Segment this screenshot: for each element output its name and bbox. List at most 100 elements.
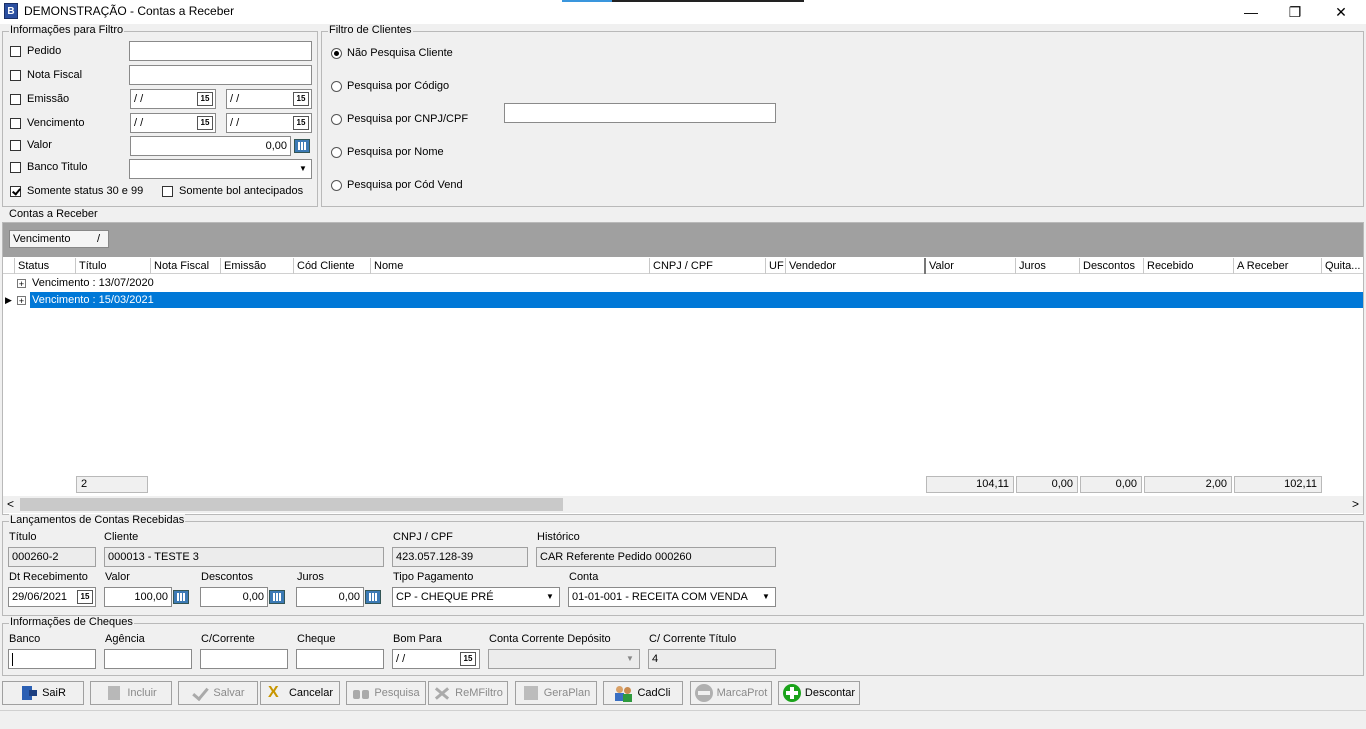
chevron-down-icon[interactable]: ▼ <box>758 588 774 606</box>
geraplan-button[interactable]: GeraPlan <box>515 681 597 705</box>
group-row[interactable]: + Vencimento : 13/07/2020 <box>3 275 1363 291</box>
col-cnpj[interactable]: CNPJ / CPF <box>649 258 765 274</box>
marcaprot-label: MarcaProt <box>716 687 768 699</box>
titulo-field: 000260-2 <box>8 547 96 567</box>
add-document-icon <box>105 684 123 702</box>
tipo-pagamento-select[interactable]: CP - CHEQUE PRÉ <box>392 587 560 607</box>
expand-icon[interactable]: + <box>17 296 26 306</box>
descontos-input[interactable]: 0,00 <box>200 587 268 607</box>
juros-input[interactable]: 0,00 <box>296 587 364 607</box>
vencimento-from-calendar-icon[interactable]: 15 <box>197 116 213 130</box>
group-row-selected[interactable]: ▶ + Vencimento : 15/03/2021 <box>3 292 1363 308</box>
close-button[interactable]: ✕ <box>1318 2 1364 22</box>
radio-pesquisa-codigo[interactable] <box>331 81 342 92</box>
conta-deposito-select[interactable] <box>488 649 640 669</box>
tools-icon <box>433 684 451 702</box>
col-uf[interactable]: UF <box>765 258 785 274</box>
cancelar-button[interactable]: X Cancelar <box>260 681 340 705</box>
status-bar <box>0 710 1366 729</box>
emissao-to-value: / / <box>230 93 240 105</box>
col-descontos[interactable]: Descontos <box>1079 258 1143 274</box>
banco-input[interactable] <box>8 649 96 669</box>
cadcli-button[interactable]: CadCli <box>603 681 683 705</box>
emissao-checkbox[interactable] <box>10 94 21 105</box>
calculator-icon[interactable] <box>365 590 381 604</box>
radio-nao-pesquisa[interactable] <box>331 48 342 59</box>
banco-titulo-checkbox[interactable] <box>10 162 21 173</box>
calendar-icon[interactable]: 15 <box>460 652 476 666</box>
col-titulo[interactable]: Título <box>75 258 150 274</box>
descontar-button[interactable]: Descontar <box>778 681 860 705</box>
nota-fiscal-checkbox[interactable] <box>10 70 21 81</box>
horizontal-scrollbar[interactable]: < > <box>3 496 1363 513</box>
radio-pesquisa-vend[interactable] <box>331 180 342 191</box>
scroll-thumb[interactable] <box>20 498 563 511</box>
emissao-from-calendar-icon[interactable]: 15 <box>197 92 213 106</box>
col-a-receber[interactable]: A Receber <box>1233 258 1321 274</box>
spreadsheet-icon <box>522 684 540 702</box>
radio-pesquisa-nome[interactable] <box>331 147 342 158</box>
cadcli-label: CadCli <box>637 687 671 699</box>
ccorrente-input[interactable] <box>200 649 288 669</box>
calculator-icon[interactable] <box>294 139 310 153</box>
agencia-input[interactable] <box>104 649 192 669</box>
somente-status-checkbox[interactable] <box>10 186 21 197</box>
calendar-icon[interactable]: 15 <box>77 590 93 604</box>
scroll-left-icon[interactable]: < <box>7 497 14 511</box>
expand-icon[interactable]: + <box>17 279 26 289</box>
col-nome[interactable]: Nome <box>370 258 649 274</box>
cnpj-search-input[interactable] <box>504 103 776 123</box>
marcaprot-button[interactable]: MarcaProt <box>690 681 772 705</box>
restore-button[interactable]: ❐ <box>1272 2 1318 22</box>
salvar-button[interactable]: Salvar <box>178 681 258 705</box>
calculator-icon[interactable] <box>269 590 285 604</box>
title-bar: B DEMONSTRAÇÃO - Contas a Receber — ❐ ✕ <box>0 0 1366 24</box>
group-by-panel[interactable] <box>3 223 1363 257</box>
col-status[interactable]: Status <box>14 258 75 274</box>
col-quita[interactable]: Quita... <box>1321 258 1363 274</box>
col-juros[interactable]: Juros <box>1015 258 1079 274</box>
scroll-right-icon[interactable]: > <box>1352 497 1359 511</box>
vencimento-label: Vencimento <box>27 117 85 129</box>
col-emissao[interactable]: Emissão <box>220 258 293 274</box>
conta-deposito-label: Conta Corrente Depósito <box>489 633 611 645</box>
pedido-label: Pedido <box>27 45 62 57</box>
historico-field: CAR Referente Pedido 000260 <box>536 547 776 567</box>
chevron-down-icon[interactable]: ▼ <box>622 650 638 668</box>
minimize-button[interactable]: — <box>1228 2 1274 22</box>
incluir-button[interactable]: Incluir <box>90 681 172 705</box>
vencimento-to-calendar-icon[interactable]: 15 <box>293 116 309 130</box>
col-cod-cliente[interactable]: Cód Cliente <box>293 258 370 274</box>
incluir-label: Incluir <box>127 687 157 699</box>
cc-titulo-field: 4 <box>648 649 776 669</box>
conta-select[interactable]: 01-01-001 - RECEITA COM VENDA <box>568 587 776 607</box>
emissao-to-calendar-icon[interactable]: 15 <box>293 92 309 106</box>
cheque-input[interactable] <box>296 649 384 669</box>
vencimento-checkbox[interactable] <box>10 118 21 129</box>
somente-bol-checkbox[interactable] <box>162 186 173 197</box>
chevron-down-icon[interactable]: ▼ <box>295 160 311 178</box>
col-vendedor[interactable]: Vendedor <box>785 258 924 274</box>
chevron-down-icon[interactable]: ▼ <box>542 588 558 606</box>
pesquisa-button[interactable]: Pesquisa <box>346 681 426 705</box>
nota-fiscal-input[interactable] <box>129 65 312 85</box>
col-recebido[interactable]: Recebido <box>1143 258 1233 274</box>
pedido-input[interactable] <box>129 41 312 61</box>
group-by-vencimento-chip[interactable]: Vencimento / <box>9 230 109 248</box>
pedido-checkbox[interactable] <box>10 46 21 57</box>
valor-lanc-input[interactable]: 100,00 <box>104 587 172 607</box>
dt-recebimento-label: Dt Recebimento <box>9 571 88 583</box>
col-nota-fiscal[interactable]: Nota Fiscal <box>150 258 220 274</box>
radio-pesquisa-cnpj[interactable] <box>331 114 342 125</box>
valor-checkbox[interactable] <box>10 140 21 151</box>
col-valor[interactable]: Valor <box>924 258 1015 274</box>
remfiltro-button[interactable]: ReMFiltro <box>428 681 508 705</box>
radio-nao-pesquisa-label: Não Pesquisa Cliente <box>347 47 453 59</box>
conta-label: Conta <box>569 571 599 583</box>
cheques-legend: Informações de Cheques <box>9 616 134 628</box>
sair-button[interactable]: SaiR <box>2 681 84 705</box>
window-title: DEMONSTRAÇÃO - Contas a Receber <box>24 4 235 18</box>
calculator-icon[interactable] <box>173 590 189 604</box>
banco-titulo-select[interactable] <box>129 159 312 179</box>
valor-input[interactable]: 0,00 <box>130 136 291 156</box>
